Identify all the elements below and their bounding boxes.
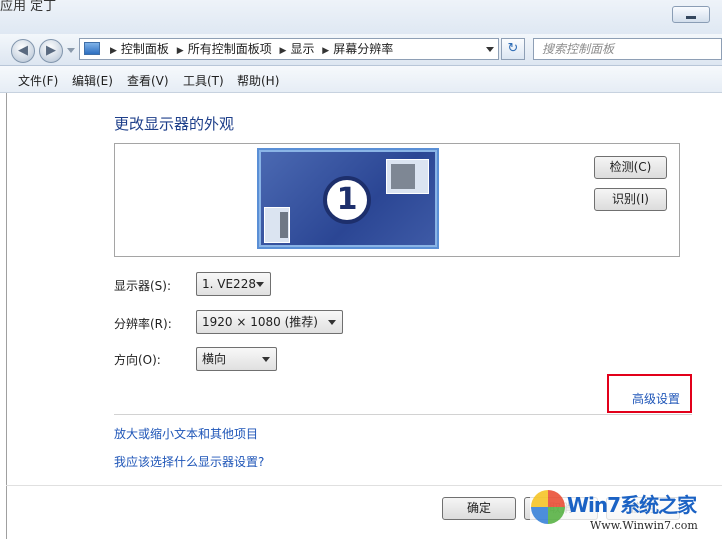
window-thumbnail-large-content bbox=[391, 164, 415, 189]
watermark-text: Win7系统之家 bbox=[567, 493, 697, 517]
breadcrumb-item[interactable]: 显示 bbox=[290, 42, 314, 56]
window-title: 应用 定丁 bbox=[0, 0, 57, 14]
menu-file[interactable]: 文件(F) bbox=[18, 72, 58, 89]
address-bar[interactable]: ▶ 控制面板 ▶ 所有控制面板项 ▶ 显示 ▶ 屏幕分辨率 bbox=[79, 38, 499, 60]
page-title: 更改显示器的外观 bbox=[114, 115, 235, 133]
orientation-select[interactable]: 横向 bbox=[196, 347, 277, 371]
menu-help[interactable]: 帮助(H) bbox=[237, 72, 279, 89]
address-dropdown-icon[interactable] bbox=[486, 47, 494, 52]
identify-button[interactable]: 识别(I) bbox=[594, 188, 667, 211]
monitor-number: 1 bbox=[336, 182, 358, 217]
history-dropdown-icon[interactable] bbox=[67, 48, 75, 53]
resolution-select-value: 1920 × 1080 (推荐) bbox=[202, 315, 318, 329]
forward-arrow-icon: ▶ bbox=[46, 43, 56, 58]
chevron-down-icon bbox=[256, 282, 264, 287]
chevron-right-icon: ▶ bbox=[110, 46, 117, 56]
advanced-settings-link[interactable]: 高级设置 bbox=[632, 390, 680, 407]
orientation-label: 方向(O): bbox=[114, 353, 161, 367]
display-select-value: 1. VE228 bbox=[202, 277, 256, 291]
breadcrumb-item[interactable]: 所有控制面板项 bbox=[188, 42, 272, 56]
chevron-down-icon bbox=[328, 320, 336, 325]
orientation-select-value: 横向 bbox=[202, 352, 227, 366]
detect-button[interactable]: 检测(C) bbox=[594, 156, 667, 179]
breadcrumb-item[interactable]: 屏幕分辨率 bbox=[333, 42, 393, 56]
display-settings-help-link[interactable]: 我应该选择什么显示器设置? bbox=[114, 453, 264, 470]
windows-logo-icon bbox=[531, 490, 565, 524]
control-panel-icon bbox=[84, 42, 100, 55]
title-bar bbox=[0, 0, 722, 34]
back-button[interactable]: ◀ bbox=[11, 39, 35, 63]
minimize-button[interactable] bbox=[672, 6, 710, 23]
monitor-number-badge: 1 bbox=[323, 176, 371, 224]
resolution-select[interactable]: 1920 × 1080 (推荐) bbox=[196, 310, 343, 334]
window-thumbnail-small-content bbox=[280, 212, 288, 238]
menu-tools[interactable]: 工具(T) bbox=[183, 72, 224, 89]
menu-view[interactable]: 查看(V) bbox=[127, 72, 169, 89]
text-size-link[interactable]: 放大或缩小文本和其他项目 bbox=[114, 425, 258, 442]
ok-button[interactable]: 确定 bbox=[442, 497, 516, 520]
search-input[interactable]: 搜索控制面板 bbox=[533, 38, 722, 60]
display-select[interactable]: 1. VE228 bbox=[196, 272, 271, 296]
breadcrumb: ▶ 控制面板 ▶ 所有控制面板项 ▶ 显示 ▶ 屏幕分辨率 bbox=[106, 39, 393, 59]
refresh-button[interactable]: ↻ bbox=[501, 38, 525, 60]
chevron-right-icon: ▶ bbox=[322, 46, 330, 56]
divider bbox=[114, 414, 692, 415]
back-arrow-icon: ◀ bbox=[18, 43, 28, 58]
chevron-right-icon: ▶ bbox=[176, 46, 184, 56]
menu-edit[interactable]: 编辑(E) bbox=[72, 72, 113, 89]
display-label: 显示器(S): bbox=[114, 279, 172, 293]
forward-button[interactable]: ▶ bbox=[39, 39, 63, 63]
chevron-right-icon: ▶ bbox=[279, 46, 287, 56]
watermark-url: Www.Winwin7.com bbox=[590, 519, 698, 532]
chevron-down-icon bbox=[262, 357, 270, 362]
resolution-label: 分辨率(R): bbox=[114, 317, 172, 331]
breadcrumb-item[interactable]: 控制面板 bbox=[121, 42, 169, 56]
refresh-icon: ↻ bbox=[507, 41, 519, 56]
